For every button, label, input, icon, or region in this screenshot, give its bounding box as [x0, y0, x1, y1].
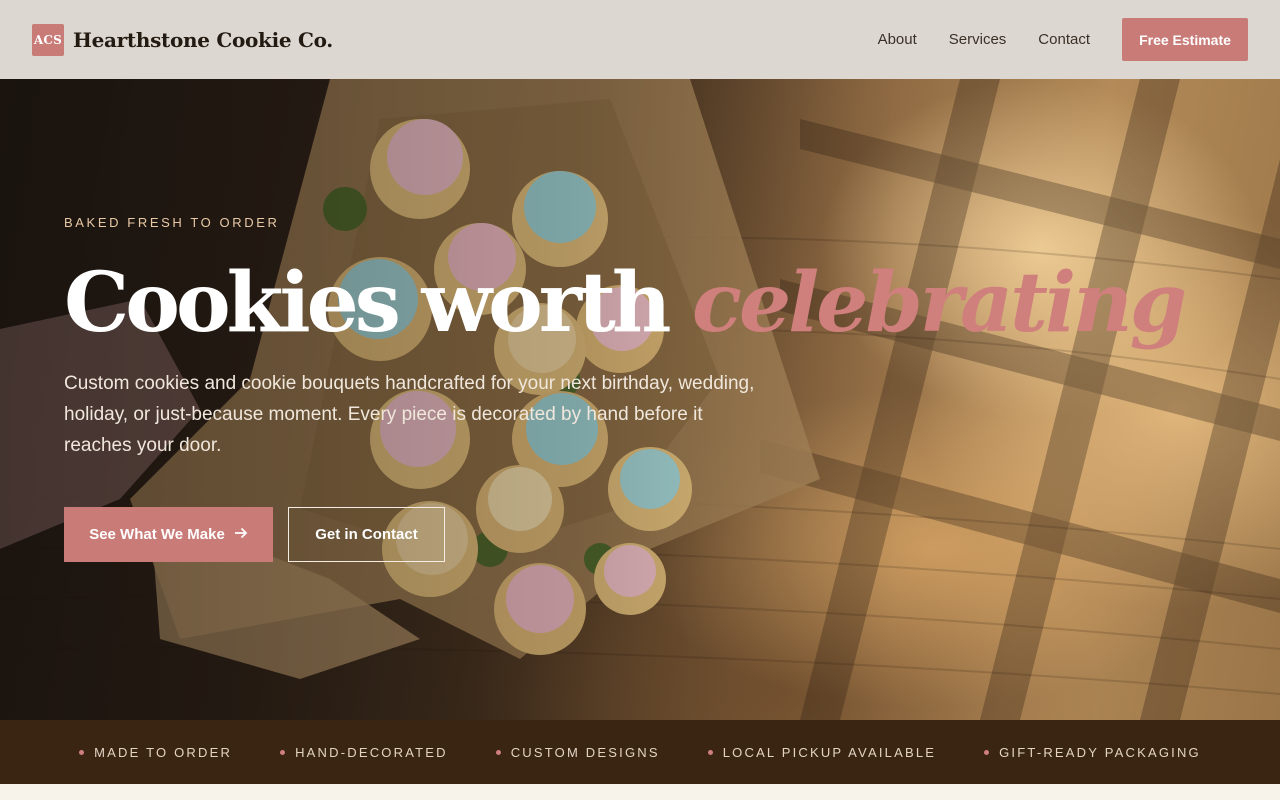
- bullet-dot-icon: [79, 749, 85, 755]
- bullet-dot-icon: [495, 749, 501, 755]
- nav-link-contact[interactable]: Contact: [1038, 31, 1090, 48]
- nav-link-about[interactable]: About: [878, 31, 917, 48]
- see-what-we-make-label: See What We Make: [89, 526, 225, 543]
- hero-section: BAKED FRESH TO ORDER Cookies worth celeb…: [0, 79, 1280, 720]
- feature-item: GIFT-READY PACKAGING: [984, 745, 1201, 760]
- feature-label: MADE TO ORDER: [94, 744, 233, 760]
- feature-item: LOCAL PICKUP AVAILABLE: [707, 744, 937, 760]
- brand-name: Hearthstone Cookie Co.: [73, 27, 333, 52]
- features-strip: MADE TO ORDER HAND-DECORATED CUSTOM DESI…: [0, 720, 1280, 784]
- headline-accent: celebrating: [692, 255, 1187, 351]
- brand[interactable]: ACS Hearthstone Cookie Co.: [32, 23, 333, 56]
- feature-item: HAND-DECORATED: [280, 745, 448, 760]
- main-nav: About Services Contact Free Estimate: [878, 18, 1248, 61]
- get-in-contact-button[interactable]: Get in Contact: [288, 507, 445, 562]
- nav-link-services[interactable]: Services: [949, 31, 1007, 48]
- feature-label: CUSTOM DESIGNS: [510, 744, 660, 760]
- next-section-edge: [0, 784, 1280, 800]
- feature-label: HAND-DECORATED: [295, 744, 448, 760]
- headline-main: Cookies worth: [64, 255, 671, 351]
- logo-mark: ACS: [32, 23, 64, 56]
- bullet-dot-icon: [984, 749, 990, 755]
- feature-label: GIFT-READY PACKAGING: [999, 744, 1201, 760]
- hero-content: BAKED FRESH TO ORDER Cookies worth celeb…: [64, 215, 1187, 562]
- feature-label: LOCAL PICKUP AVAILABLE: [722, 744, 937, 760]
- bullet-dot-icon: [280, 749, 286, 755]
- free-estimate-button[interactable]: Free Estimate: [1122, 18, 1248, 61]
- arrow-right-icon: [234, 526, 248, 543]
- bullet-dot-icon: [707, 749, 713, 755]
- hero-lead: Custom cookies and cookie bouquets handc…: [64, 373, 755, 456]
- feature-item: MADE TO ORDER: [79, 745, 232, 760]
- hero-eyebrow: BAKED FRESH TO ORDER: [64, 215, 280, 230]
- hero-actions: See What We Make Get in Contact: [64, 507, 1064, 562]
- hero-headline: Cookies worth celebrating: [64, 255, 1187, 351]
- see-what-we-make-button[interactable]: See What We Make: [64, 507, 273, 562]
- site-header: ACS Hearthstone Cookie Co. About Service…: [0, 0, 1280, 79]
- feature-item: CUSTOM DESIGNS: [495, 744, 660, 760]
